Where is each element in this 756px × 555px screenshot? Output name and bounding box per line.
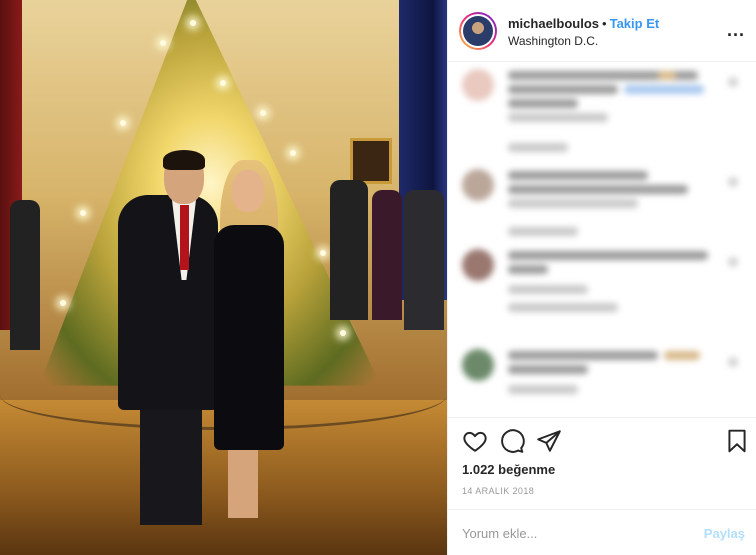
comment-icon[interactable] bbox=[499, 428, 525, 454]
photo-sparkle bbox=[190, 20, 196, 26]
post-date[interactable]: 14 ARALIK 2018 bbox=[462, 486, 534, 496]
bookmark-icon[interactable] bbox=[724, 428, 750, 454]
photo-man-tie bbox=[180, 205, 189, 270]
photo-sparkle bbox=[320, 250, 326, 256]
likes-count[interactable]: 1.022 beğenme bbox=[462, 462, 555, 477]
avatar-image bbox=[463, 16, 493, 46]
photo-sparkle bbox=[340, 330, 346, 336]
comment-avatar bbox=[462, 349, 494, 381]
more-options-icon[interactable]: ... bbox=[727, 20, 745, 41]
share-icon[interactable] bbox=[536, 428, 562, 454]
comment-avatar bbox=[462, 69, 494, 101]
avatar[interactable] bbox=[459, 12, 497, 50]
photo-man-hair bbox=[163, 150, 205, 170]
photo-sparkle bbox=[290, 150, 296, 156]
photo-man-suit bbox=[118, 195, 218, 410]
post-actions bbox=[448, 424, 756, 458]
user-line: michaelboulos • Takip Et bbox=[508, 16, 659, 31]
location-link[interactable]: Washington D.C. bbox=[508, 34, 598, 48]
photo-sparkle bbox=[80, 210, 86, 216]
add-comment-bar: Paylaş bbox=[448, 509, 756, 555]
comment-input[interactable] bbox=[462, 522, 692, 544]
photo-guest bbox=[404, 190, 444, 330]
separator-dot: • bbox=[602, 16, 607, 31]
photo-woman-legs bbox=[228, 440, 258, 518]
comments-list[interactable] bbox=[448, 63, 756, 418]
photo-guest bbox=[10, 200, 40, 350]
follow-button[interactable]: Takip Et bbox=[610, 16, 660, 31]
photo-guest bbox=[330, 180, 368, 320]
comment-avatar bbox=[462, 249, 494, 281]
post-header: michaelboulos • Takip Et Washington D.C. .… bbox=[448, 0, 756, 62]
heart-icon[interactable] bbox=[462, 428, 488, 454]
photo-guest bbox=[372, 190, 402, 320]
post-comment-button[interactable]: Paylaş bbox=[704, 526, 745, 541]
comment-avatar bbox=[462, 169, 494, 201]
post-photo[interactable] bbox=[0, 0, 447, 555]
photo-wall-portrait bbox=[350, 138, 392, 184]
photo-sparkle bbox=[220, 80, 226, 86]
post-side-panel: michaelboulos • Takip Et Washington D.C. .… bbox=[447, 0, 756, 555]
photo-woman-face bbox=[232, 170, 264, 212]
username-link[interactable]: michaelboulos bbox=[508, 16, 599, 31]
photo-sparkle bbox=[120, 120, 126, 126]
photo-sparkle bbox=[260, 110, 266, 116]
photo-man-legs bbox=[140, 400, 202, 525]
photo-sparkle bbox=[160, 40, 166, 46]
photo-sparkle bbox=[60, 300, 66, 306]
photo-woman-dress bbox=[214, 225, 284, 450]
